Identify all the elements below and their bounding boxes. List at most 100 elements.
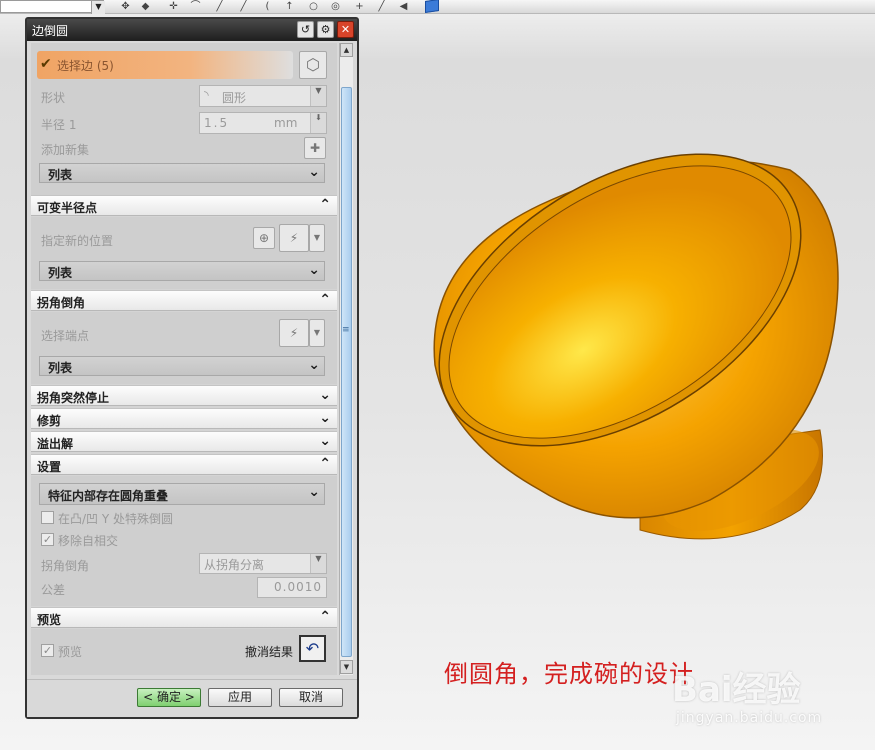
list-dropdown[interactable]: 列表 ⌄ [39,163,325,183]
line-icon[interactable]: ╱ [238,1,249,12]
section-preview[interactable]: 预览 ⌃ [31,607,337,628]
dialog-scrollbar[interactable]: ▲ ≡ ▼ [339,43,353,675]
settings-group: 特征内部存在圆角重叠 ⌄ 在凸/凹 Y 处特殊倒圆 ✓ 移除自相交 拐角倒角 从… [31,476,337,606]
chevron-up-icon[interactable]: ⌃ [319,456,331,472]
overlap-option-value: 特征内部存在圆角重叠 [48,489,169,503]
section-settings[interactable]: 设置 ⌃ [31,454,337,475]
list-label: 列表 [48,266,73,280]
apply-button[interactable]: 应用 [208,688,272,707]
undo-result-label: 撤消结果 [245,645,294,659]
cube-icon[interactable] [425,0,439,13]
plus-icon[interactable]: + [354,1,365,12]
radius-label: 半径 1 [41,118,77,132]
list-label: 列表 [48,361,73,375]
radius-input[interactable]: 1.5 mm ⬇ [199,112,327,134]
chevron-down-icon[interactable]: ⌄ [319,433,331,449]
scroll-down-icon[interactable]: ▼ [340,660,353,674]
dialog-footer: < 确定 > 应用 取消 [27,679,357,717]
section-trim[interactable]: 修剪 ⌄ [31,408,337,429]
cube-select-icon[interactable]: ⬡ [299,51,327,79]
shield-icon[interactable]: ◀ [398,1,409,12]
chevron-down-icon[interactable]: ▼ [309,224,325,252]
select-endpoint-label: 选择端点 [41,329,90,343]
close-icon[interactable]: ✕ [337,21,354,38]
scroll-up-icon[interactable]: ▲ [340,43,353,57]
corner-setback-list[interactable]: 列表 ⌄ [39,356,325,376]
tolerance-value: 0.0010 [274,580,322,594]
shape-label: 形状 [41,91,66,105]
preview-checkbox[interactable]: ✓ [41,644,54,657]
bowl-model [433,153,839,540]
line-icon[interactable]: ╱ [376,1,387,12]
undo-icon[interactable]: ↶ [299,635,326,662]
toolbar-combo[interactable]: ▼ [0,0,105,14]
baidu-watermark-logo: Bai经验 [672,670,801,710]
variable-radius-list[interactable]: 列表 ⌄ [39,261,325,281]
top-toolbar: ▼ ✥ ◆ ✛ ⌒ ╱ ╱ ( ↑ ○ ◎ + ╱ ◀ [0,0,875,14]
dialog-title: 边倒圆 [32,24,69,38]
reset-icon[interactable]: ↺ [297,21,314,38]
chevron-up-icon[interactable]: ⌃ [319,292,331,308]
chevron-down-icon[interactable]: ⌄ [308,357,320,373]
overlap-option-select[interactable]: 特征内部存在圆角重叠 ⌄ [39,483,325,505]
gear-icon[interactable]: ⚙ [317,21,334,38]
corner-setback-label: 拐角倒角 [41,559,90,573]
circle-icon[interactable]: ◎ [330,1,341,12]
arrow-down-icon[interactable]: ⬇ [310,113,326,133]
chevron-down-icon[interactable]: ▼ [310,554,326,573]
move-icon[interactable]: ✥ [120,1,131,12]
add-new-set-label: 添加新集 [41,143,90,157]
shape-icon: ◝ [204,88,209,102]
radius-unit: mm [274,116,298,130]
chevron-up-icon[interactable]: ⌃ [319,609,331,625]
scroll-thumb[interactable] [341,87,352,657]
section-variable-radius[interactable]: 可变半径点 ⌃ [31,195,337,216]
arrow-icon[interactable]: ↑ [284,1,295,12]
edge-blend-dialog: 边倒圆 ↺ ⚙ ✕ ✔ 选择边 (5) ⬡ 形状 ◝ 圆形 ▼ 半径 1 1.5… [25,17,359,719]
circle-icon[interactable]: ○ [308,1,319,12]
shape-value: 圆形 [222,91,247,105]
arc-icon[interactable]: ⌒ [190,1,201,12]
chevron-down-icon[interactable]: ⌄ [308,262,320,278]
section-overflow[interactable]: 溢出解 ⌄ [31,431,337,452]
radius-value: 1.5 [204,116,230,130]
chevron-up-icon[interactable]: ⌃ [319,197,331,213]
point-constructor-icon[interactable]: ⚡ [279,319,309,347]
chevron-down-icon[interactable]: ▼ [310,86,326,106]
line-icon[interactable]: ╱ [214,1,225,12]
preview-group: ✓ 预览 撤消结果 ↶ [31,629,337,675]
point-add-icon[interactable]: ⊕ [253,227,275,249]
chevron-down-icon[interactable]: ⌄ [308,484,320,500]
dialog-content: ✔ 选择边 (5) ⬡ 形状 ◝ 圆形 ▼ 半径 1 1.5 mm ⬇ 添加新集… [31,43,337,675]
grip-icon: ≡ [342,325,350,335]
snap-icon[interactable]: ◆ [140,1,151,12]
chevron-down-icon[interactable]: ▼ [91,1,105,14]
arc-icon[interactable]: ( [262,1,273,12]
corner-stop-header: 拐角突然停止 [37,391,110,405]
chevron-down-icon[interactable]: ⌄ [319,387,331,403]
tolerance-input[interactable]: 0.0010 [257,577,327,598]
tolerance-label: 公差 [41,583,66,597]
y-blend-label: 在凸/凹 Y 处特殊倒圆 [58,512,174,526]
chevron-down-icon[interactable]: ⌄ [308,164,320,180]
caption-text: 倒圆角，完成碗的设计 [444,660,694,688]
add-set-icon[interactable]: ✚ [304,137,326,159]
preview-label: 预览 [58,645,83,659]
chevron-down-icon[interactable]: ⌄ [319,410,331,426]
cancel-button[interactable]: 取消 [279,688,343,707]
corner-setback-select[interactable]: 从拐角分离 ▼ [199,553,327,574]
section-corner-stop[interactable]: 拐角突然停止 ⌄ [31,385,337,406]
trim-header: 修剪 [37,414,62,428]
section-corner-setback[interactable]: 拐角倒角 ⌃ [31,290,337,311]
y-blend-checkbox[interactable] [41,511,54,524]
point-constructor-icon[interactable]: ⚡ [279,224,309,252]
select-edge-row[interactable]: ✔ 选择边 (5) [37,51,293,79]
remove-self-intersect-checkbox[interactable]: ✓ [41,533,54,546]
ok-button[interactable]: < 确定 > [137,688,201,707]
checkmark-icon: ✔ [40,56,52,72]
point-icon[interactable]: ✛ [168,1,179,12]
list-label: 列表 [48,168,73,182]
chevron-down-icon[interactable]: ▼ [309,319,325,347]
dialog-titlebar[interactable]: 边倒圆 ↺ ⚙ ✕ [27,19,357,41]
shape-select[interactable]: ◝ 圆形 ▼ [199,85,327,107]
